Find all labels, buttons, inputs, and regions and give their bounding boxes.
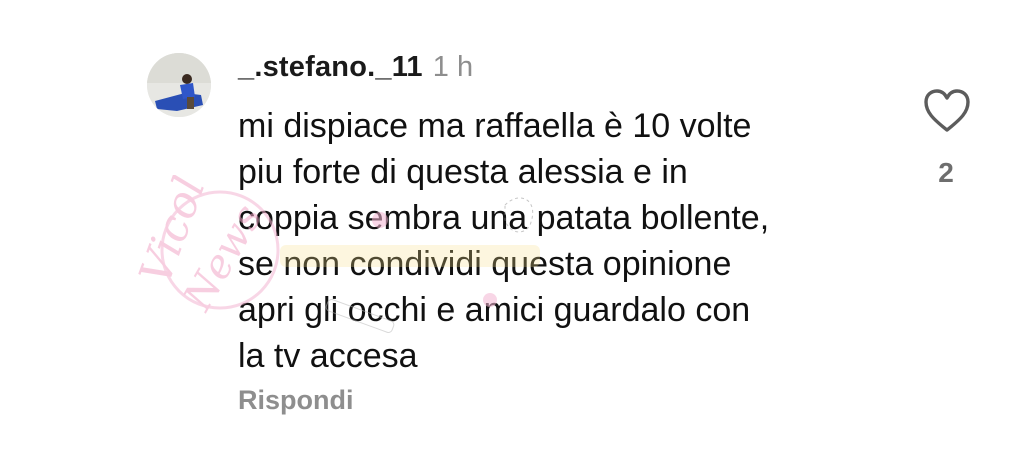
comment-item: _.stefano._11 1 h mi dispiace ma raffael…: [0, 0, 1024, 453]
like-button[interactable]: [922, 88, 972, 134]
comment-text: mi dispiace ma raffaella è 10 volte piu …: [238, 107, 770, 375]
svg-text:Vicol: Vicol: [130, 175, 216, 291]
heart-icon: [924, 89, 970, 132]
username-link[interactable]: _.stefano._11: [238, 51, 423, 84]
comment-header: _.stefano._11 1 h: [238, 51, 473, 91]
like-count: 2: [938, 157, 954, 188]
reply-button[interactable]: Rispondi: [238, 385, 354, 416]
timestamp: 1 h: [432, 51, 474, 83]
avatar-image: [147, 53, 211, 117]
avatar[interactable]: [147, 53, 211, 117]
